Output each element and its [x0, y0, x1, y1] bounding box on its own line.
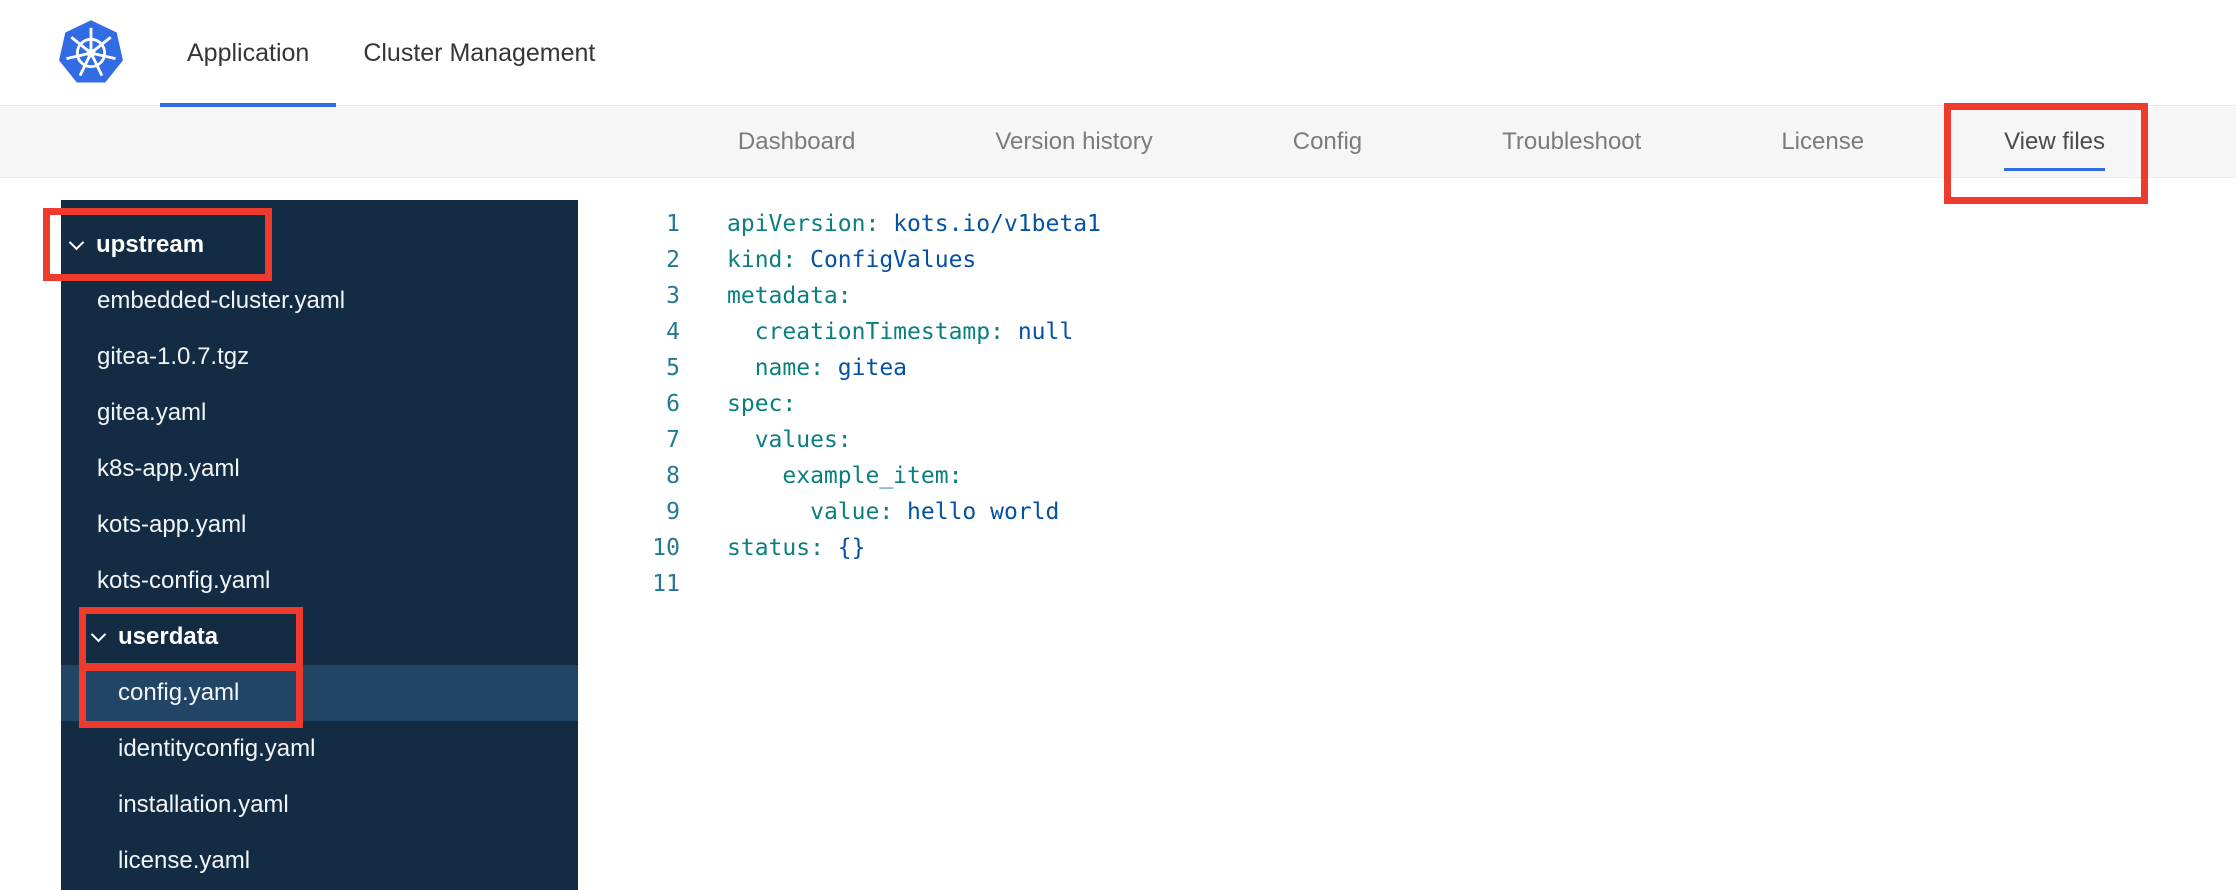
tree-item-label: upstream: [96, 231, 205, 258]
line-number: 3: [666, 283, 680, 309]
subnav-tab-config[interactable]: Config: [1293, 107, 1362, 177]
line-number: 1: [666, 211, 680, 237]
line-number: 7: [666, 427, 680, 453]
tree-file-identityconfig.yaml[interactable]: identityconfig.yaml: [61, 721, 578, 777]
line-number: 6: [666, 391, 680, 417]
line-number: 11: [652, 571, 680, 597]
subnav-tab-label: License: [1781, 128, 1865, 155]
chevron-down-icon: [90, 626, 107, 642]
tree-file-gitea-1.0.7.tgz[interactable]: gitea-1.0.7.tgz: [61, 329, 578, 385]
tree-file-installation.yaml[interactable]: installation.yaml: [61, 777, 578, 833]
tree-item-label: k8s-app.yaml: [97, 455, 240, 482]
code-line: apiVersion: kots.io/v1beta1: [727, 211, 1101, 237]
tree-item-label: gitea.yaml: [97, 399, 207, 426]
code-line: example_item:: [782, 463, 963, 489]
subnav-tab-license[interactable]: License: [1781, 107, 1864, 177]
code-line: creationTimestamp: null: [754, 319, 1074, 345]
app-subnav: Dashboard Version history Config Troublesho…: [0, 107, 2236, 178]
code-line: name: gitea: [754, 355, 908, 381]
line-number: 4: [666, 319, 680, 345]
tree-folder-upstream[interactable]: upstream: [61, 217, 578, 273]
subnav-tab-label: Troubleshoot: [1502, 128, 1642, 155]
chevron-down-icon: [68, 234, 85, 250]
tree-item-label: kots-app.yaml: [97, 511, 247, 538]
tab-cluster-management-label: Cluster Management: [363, 38, 596, 67]
tree-file-embedded-cluster.yaml[interactable]: embedded-cluster.yaml: [61, 273, 578, 329]
subnav-tab-dashboard[interactable]: Dashboard: [738, 107, 855, 177]
line-number: 9: [666, 499, 680, 525]
subnav-tab-label: Version history: [995, 128, 1153, 155]
subnav-tab-label: View files: [2004, 128, 2105, 155]
subnav-tab-label: Config: [1292, 128, 1363, 155]
code-line: values:: [754, 427, 852, 453]
code-line: kind: ConfigValues: [727, 247, 977, 273]
tree-item-label: kots-config.yaml: [97, 567, 271, 594]
editor-gutter: 1 2 3 4 5 6 7 8 9 10 11: [600, 206, 680, 890]
top-navbar: Application Cluster Management: [0, 0, 2236, 107]
tree-file-license.yaml[interactable]: license.yaml: [61, 833, 578, 889]
code-line: metadata:: [727, 283, 852, 309]
tree-item-label: license.yaml: [118, 847, 251, 874]
subnav-tab-view-files[interactable]: View files: [2004, 107, 2105, 177]
code-editor[interactable]: 1 2 3 4 5 6 7 8 9 10 11 apiVersion: kots.io/v1beta…: [600, 206, 2236, 890]
subnav-tab-troubleshoot[interactable]: Troubleshoot: [1502, 107, 1641, 177]
tree-item-label: installation.yaml: [118, 791, 289, 818]
tree-file-kots-app.yaml[interactable]: kots-app.yaml: [61, 497, 578, 553]
line-number: 5: [666, 355, 680, 381]
topnav-tabs: Application Cluster Management: [160, 0, 622, 107]
line-number: 10: [652, 535, 680, 561]
tab-application[interactable]: Application: [160, 0, 337, 107]
tab-cluster-management[interactable]: Cluster Management: [336, 0, 622, 106]
subnav-tab-version-history[interactable]: Version history: [995, 107, 1152, 177]
kots-admin-console: Application Cluster Management Dashboard…: [0, 0, 2236, 890]
code-line: spec:: [727, 391, 797, 417]
kubernetes-logo-icon: [56, 18, 126, 88]
tree-file-kots-config.yaml[interactable]: kots-config.yaml: [61, 553, 578, 609]
file-tree-sidebar: upstream embedded-cluster.yaml gitea-1.0.7…: [61, 200, 578, 890]
tree-file-config.yaml[interactable]: config.yaml: [61, 665, 578, 721]
tree-item-label: userdata: [118, 623, 219, 650]
tree-file-k8s-app.yaml[interactable]: k8s-app.yaml: [61, 441, 578, 497]
code-line: value: hello world: [810, 499, 1060, 525]
tree-folder-userdata[interactable]: userdata: [61, 609, 578, 665]
tree-item-label: identityconfig.yaml: [118, 735, 316, 762]
code-content: apiVersion: kots.io/v1beta1 kind: ConfigV…: [727, 206, 1101, 890]
subnav-tab-label: Dashboard: [737, 128, 856, 155]
tree-file-gitea.yaml[interactable]: gitea.yaml: [61, 385, 578, 441]
line-number: 2: [666, 247, 680, 273]
tree-item-label: gitea-1.0.7.tgz: [97, 343, 250, 370]
tree-item-label: embedded-cluster.yaml: [97, 287, 346, 314]
tab-application-label: Application: [187, 38, 310, 67]
code-line: status: {}: [727, 535, 866, 561]
tree-item-label: config.yaml: [118, 679, 240, 706]
line-number: 8: [666, 463, 680, 489]
